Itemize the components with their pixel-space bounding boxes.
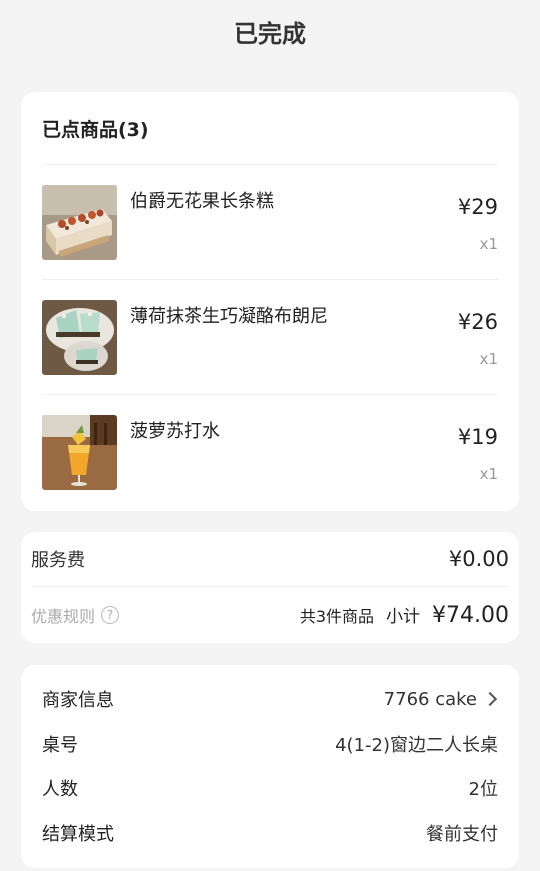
order-info-card: 商家信息 7766 cake 桌号 4(1-2)窗边二人长桌 人数 2位 结算模… (21, 665, 519, 868)
subtotal-row: 优惠规则 ? 共3件商品 小计 ¥74.00 (31, 587, 509, 642)
table-value: 4(1-2)窗边二人长桌 (335, 734, 498, 756)
merchant-value-group[interactable]: 7766 cake (384, 689, 498, 710)
subtotal-label: 小计 (386, 606, 421, 627)
item-name: 菠萝苏打水 (130, 421, 220, 442)
item-quantity: x1 (479, 465, 498, 483)
drink-photo (42, 415, 117, 490)
merchant-value: 7766 cake (383, 688, 477, 710)
settlement-row: 结算模式 餐前支付 (42, 811, 498, 856)
subtotal-summary: 共3件商品 小计 ¥74.00 (300, 602, 509, 628)
subtotal-value: ¥74.00 (432, 602, 509, 628)
discount-rules-label: 优惠规则 (31, 606, 96, 626)
page-header: 已完成 (0, 0, 540, 62)
service-fee-label: 服务费 (31, 550, 85, 571)
item-name: 伯爵无花果长条糕 (130, 191, 274, 212)
discount-rules[interactable]: 优惠规则 ? (31, 603, 120, 627)
list-item[interactable]: 菠萝苏打水 ¥19 x1 (42, 395, 498, 510)
settlement-label: 结算模式 (42, 823, 114, 845)
merchant-row[interactable]: 商家信息 7766 cake (42, 677, 498, 722)
people-value: 2位 (468, 779, 498, 801)
item-quantity: x1 (479, 235, 498, 253)
table-row: 桌号 4(1-2)窗边二人长桌 (42, 722, 498, 767)
settlement-value: 餐前支付 (426, 823, 498, 845)
ordered-items-title: 已点商品(3) (42, 92, 498, 165)
people-row: 人数 2位 (42, 766, 498, 811)
chevron-right-icon (482, 692, 498, 707)
question-icon[interactable]: ? (101, 605, 120, 624)
item-count: 共3件商品 (299, 606, 375, 626)
cake-photo (42, 185, 117, 260)
item-price: ¥19 (457, 425, 498, 449)
list-item[interactable]: 伯爵无花果长条糕 ¥29 x1 (42, 165, 498, 280)
page-title: 已完成 (234, 19, 306, 48)
item-quantity: x1 (479, 350, 498, 368)
list-item[interactable]: 薄荷抹茶生巧凝酪布朗尼 ¥26 x1 (42, 280, 498, 395)
ordered-items-card: 已点商品(3) 伯爵无花果长条糕 ¥29 x1 薄荷抹茶生巧凝酪布朗尼 ¥26 … (21, 92, 519, 511)
item-price: ¥29 (457, 195, 498, 219)
table-label: 桌号 (42, 734, 78, 756)
service-fee-value: ¥0.00 (448, 547, 509, 571)
merchant-label: 商家信息 (42, 690, 114, 712)
item-price: ¥26 (457, 310, 498, 334)
people-label: 人数 (42, 779, 78, 801)
brownie-photo (42, 300, 117, 375)
service-fee-row: 服务费 ¥0.00 (31, 532, 509, 587)
fee-summary-card: 服务费 ¥0.00 优惠规则 ? 共3件商品 小计 ¥74.00 (21, 532, 519, 643)
item-name: 薄荷抹茶生巧凝酪布朗尼 (130, 306, 328, 327)
